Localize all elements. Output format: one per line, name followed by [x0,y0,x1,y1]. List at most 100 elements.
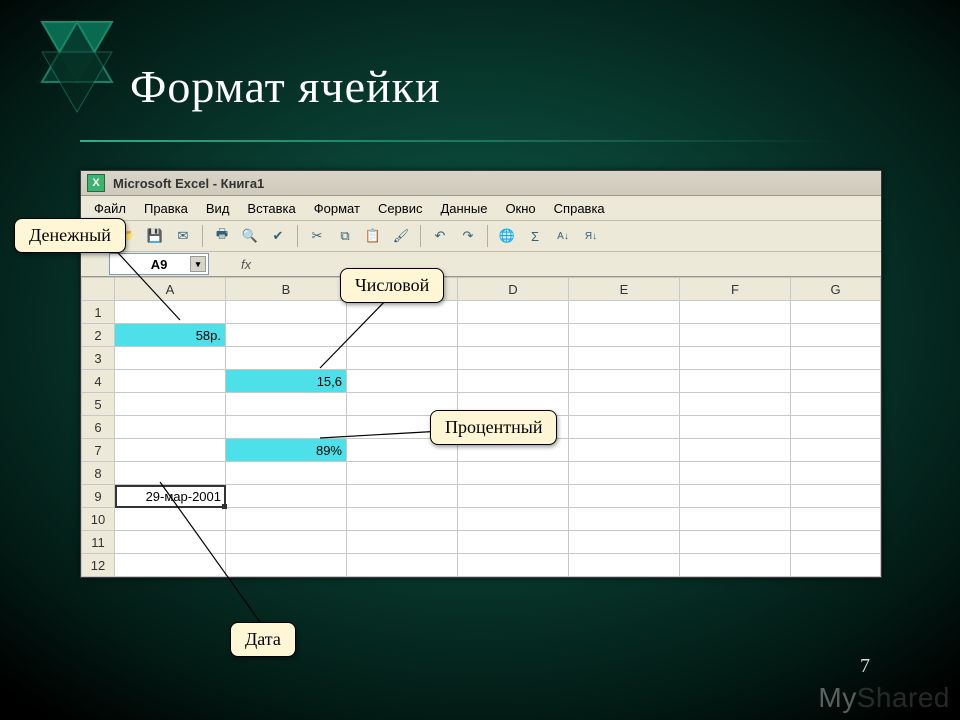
menu-insert[interactable]: Вставка [238,198,304,219]
cell-G3[interactable] [791,347,881,370]
col-header-D[interactable]: D [458,278,569,301]
cell-D9[interactable] [458,485,569,508]
cell-B11[interactable] [226,531,347,554]
cell-B8[interactable] [226,462,347,485]
cell-A12[interactable] [115,554,226,577]
cell-F6[interactable] [680,416,791,439]
cell-E3[interactable] [569,347,680,370]
cell-F8[interactable] [680,462,791,485]
cell-B12[interactable] [226,554,347,577]
cell-E10[interactable] [569,508,680,531]
cell-B6[interactable] [226,416,347,439]
cell-C12[interactable] [347,554,458,577]
row-header-5[interactable]: 5 [82,393,115,416]
redo-icon[interactable]: ↷ [456,224,480,248]
cut-icon[interactable]: ✂ [305,224,329,248]
cell-E2[interactable] [569,324,680,347]
col-header-A[interactable]: A [115,278,226,301]
cell-C4[interactable] [347,370,458,393]
cell-F3[interactable] [680,347,791,370]
cell-F5[interactable] [680,393,791,416]
cell-A5[interactable] [115,393,226,416]
row-header-4[interactable]: 4 [82,370,115,393]
cell-E8[interactable] [569,462,680,485]
cell-G5[interactable] [791,393,881,416]
cell-F12[interactable] [680,554,791,577]
name-box[interactable]: A9 ▾ [109,253,209,275]
cell-E9[interactable] [569,485,680,508]
autosum-icon[interactable]: Σ [523,224,547,248]
cell-A1[interactable] [115,301,226,324]
cell-A6[interactable] [115,416,226,439]
cell-D12[interactable] [458,554,569,577]
menu-format[interactable]: Формат [305,198,369,219]
cell-G4[interactable] [791,370,881,393]
col-header-B[interactable]: B [226,278,347,301]
cell-B3[interactable] [226,347,347,370]
cell-E7[interactable] [569,439,680,462]
select-all-corner[interactable] [82,278,115,301]
row-header-9[interactable]: 9 [82,485,115,508]
row-header-8[interactable]: 8 [82,462,115,485]
cell-D2[interactable] [458,324,569,347]
cell-B5[interactable] [226,393,347,416]
menu-data[interactable]: Данные [431,198,496,219]
cell-C2[interactable] [347,324,458,347]
cell-B2[interactable] [226,324,347,347]
cell-B10[interactable] [226,508,347,531]
cell-G2[interactable] [791,324,881,347]
menu-edit[interactable]: Правка [135,198,197,219]
cell-G1[interactable] [791,301,881,324]
cell-F10[interactable] [680,508,791,531]
name-box-dropdown-icon[interactable]: ▾ [190,256,206,272]
cell-D11[interactable] [458,531,569,554]
cell-B7[interactable]: 89% [226,439,347,462]
cell-E6[interactable] [569,416,680,439]
cell-F11[interactable] [680,531,791,554]
row-header-10[interactable]: 10 [82,508,115,531]
row-header-11[interactable]: 11 [82,531,115,554]
row-header-7[interactable]: 7 [82,439,115,462]
cell-F7[interactable] [680,439,791,462]
col-header-G[interactable]: G [791,278,881,301]
row-header-3[interactable]: 3 [82,347,115,370]
cell-F9[interactable] [680,485,791,508]
cell-B9[interactable] [226,485,347,508]
cell-A7[interactable] [115,439,226,462]
cell-A3[interactable] [115,347,226,370]
cell-C11[interactable] [347,531,458,554]
cell-A11[interactable] [115,531,226,554]
cell-C3[interactable] [347,347,458,370]
excel-menubar[interactable]: Файл Правка Вид Вставка Формат Сервис Да… [81,196,881,221]
cell-G6[interactable] [791,416,881,439]
menu-file[interactable]: Файл [85,198,135,219]
sort-asc-icon[interactable]: А↓ [551,224,575,248]
cell-A4[interactable] [115,370,226,393]
cell-A8[interactable] [115,462,226,485]
mail-icon[interactable]: ✉ [171,224,195,248]
cell-E5[interactable] [569,393,680,416]
cell-C9[interactable] [347,485,458,508]
cell-B4[interactable]: 15,6 [226,370,347,393]
cell-G8[interactable] [791,462,881,485]
cell-D8[interactable] [458,462,569,485]
row-header-6[interactable]: 6 [82,416,115,439]
preview-icon[interactable]: 🔍 [238,224,262,248]
cell-G12[interactable] [791,554,881,577]
paste-icon[interactable]: 📋 [361,224,385,248]
copy-icon[interactable]: ⧉ [333,224,357,248]
excel-titlebar[interactable]: X Microsoft Excel - Книга1 [81,171,881,196]
row-header-1[interactable]: 1 [82,301,115,324]
menu-help[interactable]: Справка [545,198,614,219]
spell-icon[interactable]: ✔ [266,224,290,248]
cell-E11[interactable] [569,531,680,554]
row-header-12[interactable]: 12 [82,554,115,577]
undo-icon[interactable]: ↶ [428,224,452,248]
cell-G7[interactable] [791,439,881,462]
cell-E1[interactable] [569,301,680,324]
cell-C1[interactable] [347,301,458,324]
cell-G9[interactable] [791,485,881,508]
cell-E12[interactable] [569,554,680,577]
cell-F4[interactable] [680,370,791,393]
menu-view[interactable]: Вид [197,198,239,219]
